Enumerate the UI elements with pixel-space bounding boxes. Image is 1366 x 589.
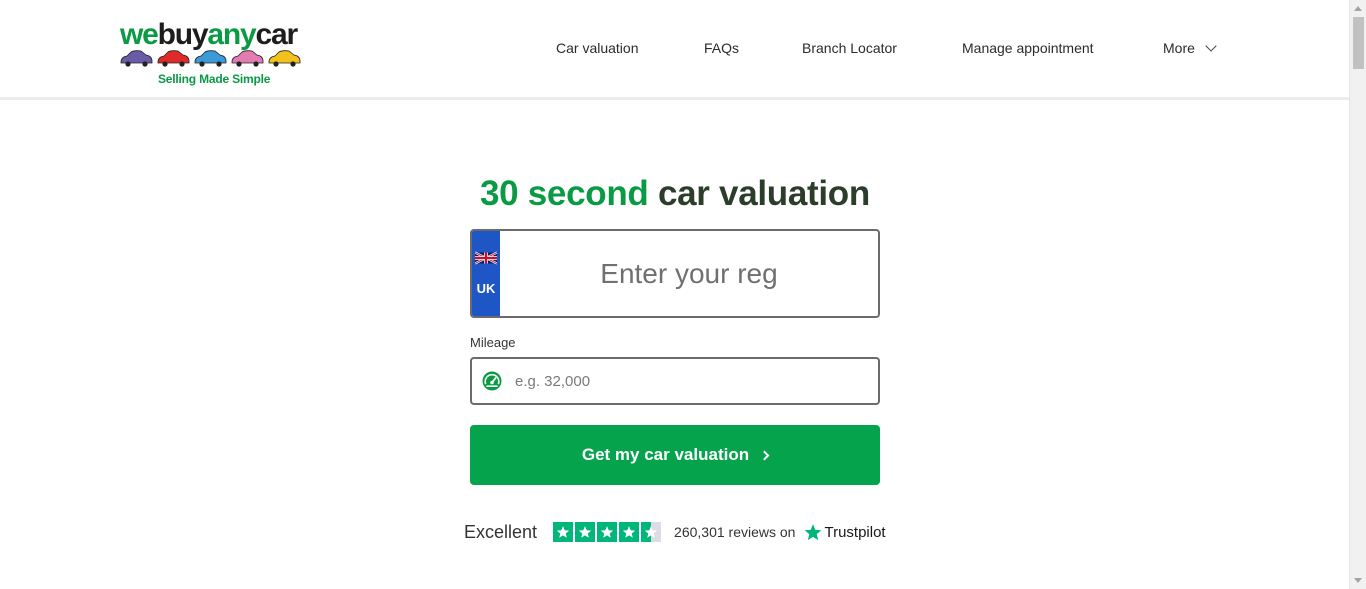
speedometer-icon: [482, 371, 502, 391]
logo-car-wheel: [142, 61, 148, 67]
uk-country-code: UK: [476, 281, 496, 296]
trustpilot-star-icon: [641, 522, 662, 542]
scroll-up-arrow-icon[interactable]: [1354, 6, 1362, 11]
registration-input[interactable]: [500, 231, 878, 316]
nav-faqs[interactable]: FAQs: [704, 40, 739, 56]
chevron-right-icon: [759, 450, 770, 460]
trustpilot-brand: Trustpilot: [824, 523, 886, 541]
trustpilot-widget[interactable]: Excellent 260,301 reviews on Trustpilot: [464, 520, 886, 544]
site-header: webuyanycar Selling Made Simple Car valu…: [0, 0, 1349, 100]
logo-cars-icon: [120, 50, 301, 67]
logo-car-shape: [268, 50, 301, 64]
trustpilot-logo[interactable]: Trustpilot: [804, 523, 886, 541]
nav-more-label: More: [1163, 40, 1195, 56]
mileage-input[interactable]: [515, 359, 875, 403]
title-rest: car valuation: [657, 174, 870, 213]
scrollbar-thumb[interactable]: [1353, 17, 1364, 69]
trustpilot-star-icon: [805, 524, 822, 541]
trustpilot-stars: [553, 522, 662, 542]
logo-car-wheel: [162, 61, 168, 67]
logo-wordmark: webuyanycar: [120, 18, 298, 51]
get-valuation-button[interactable]: Get my car valuation: [470, 425, 880, 485]
logo-tagline: Selling Made Simple: [158, 72, 271, 86]
title-accent: 30 second: [480, 174, 649, 213]
nav-more[interactable]: More: [1163, 40, 1217, 56]
uk-plate-strip: UK: [472, 231, 500, 316]
chevron-down-icon: [1205, 40, 1217, 52]
logo-car-wheel: [216, 61, 222, 67]
logo-part-any: any: [207, 18, 256, 51]
logo-part-car: car: [255, 18, 298, 51]
nav-branch-locator[interactable]: Branch Locator: [802, 40, 897, 56]
trustpilot-star-icon: [553, 522, 574, 542]
nav-manage-appointment[interactable]: Manage appointment: [962, 40, 1094, 56]
webuyanycar-logo[interactable]: webuyanycar Selling Made Simple: [120, 20, 306, 86]
logo-car-wheel: [199, 61, 205, 67]
logo-car-shape: [194, 50, 227, 64]
registration-field[interactable]: UK: [470, 229, 880, 318]
logo-car-shape: [231, 50, 264, 64]
logo-car-shape: [157, 50, 190, 64]
logo-car-shape: [120, 50, 153, 64]
logo-car-wheel: [273, 61, 279, 67]
trustpilot-review-count: 260,301 reviews on: [674, 524, 796, 540]
trustpilot-rating-text: Excellent: [464, 521, 538, 542]
nav-car-valuation[interactable]: Car valuation: [556, 40, 639, 56]
get-valuation-label: Get my car valuation: [581, 445, 750, 464]
logo-car-wheel: [290, 61, 296, 67]
trustpilot-star-icon: [619, 522, 640, 542]
logo-car-wheel: [253, 61, 259, 67]
mileage-label: Mileage: [470, 335, 516, 350]
logo-part-buy: buy: [157, 18, 209, 51]
trustpilot-star-icon: [575, 522, 596, 542]
logo-car-wheel: [179, 61, 185, 67]
uk-flag-icon: [475, 251, 497, 265]
trustpilot-star-icon: [597, 522, 618, 542]
logo-car-wheel: [236, 61, 242, 67]
mileage-field[interactable]: [470, 357, 880, 405]
page-scrollbar[interactable]: [1349, 0, 1366, 589]
page-title: 30 second car valuation: [470, 172, 880, 216]
logo-part-we: we: [120, 18, 159, 51]
scroll-down-arrow-icon[interactable]: [1354, 578, 1362, 583]
logo-car-wheel: [125, 61, 131, 67]
